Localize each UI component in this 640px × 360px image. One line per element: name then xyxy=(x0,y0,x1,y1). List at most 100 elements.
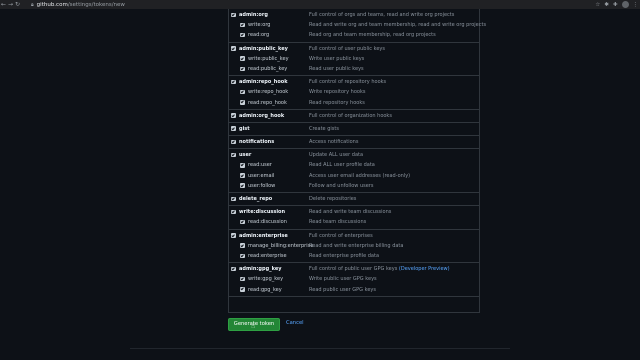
scope-description-text: Read repository hooks xyxy=(309,99,365,106)
scope-group: write:discussion Read and write team disc… xyxy=(229,206,479,230)
scope-description: Read and write org and team membership, … xyxy=(309,20,486,30)
address-bar[interactable]: github.com/settings/tokens/new xyxy=(37,2,125,8)
subscope-row: user:follow Follow and unfollow users xyxy=(229,181,479,191)
scope-description-text: Full control of public user GPG keys xyxy=(309,266,398,273)
toolbar-right: ☆ ✱ ✚ ⋮ xyxy=(595,0,638,9)
subscope-row: read:enterprise Read enterprise profile d… xyxy=(229,251,479,261)
extension-icon[interactable]: ✱ xyxy=(604,2,609,8)
puzzle-icon[interactable]: ✚ xyxy=(613,2,618,8)
subscope-row: user:email Access user email addresses (r… xyxy=(229,171,479,181)
scope-description-text: Create gists xyxy=(309,125,339,132)
scope-description: Full control of repository hooks xyxy=(309,77,386,87)
scopes-list: admin:org Full control of orgs and teams,… xyxy=(228,9,486,313)
checkbox-checked[interactable] xyxy=(231,113,236,118)
scope-description-text: Read ALL user profile data xyxy=(309,162,375,169)
checkbox-checked[interactable] xyxy=(240,100,245,105)
checkbox-checked[interactable] xyxy=(240,32,245,38)
scope-description: Follow and unfollow users xyxy=(309,181,373,191)
scope-name: write:discussion xyxy=(239,209,286,216)
scope-description-text: Full control of enterprises xyxy=(309,232,373,239)
scope-group: delete_repo Delete repositories xyxy=(229,193,479,207)
checkbox-checked[interactable] xyxy=(231,46,236,51)
checkbox-checked[interactable] xyxy=(240,183,245,188)
scope-description: Write user public keys xyxy=(309,54,364,64)
scope-name: gist xyxy=(239,125,250,132)
checkbox-checked[interactable] xyxy=(240,253,245,259)
avatar[interactable] xyxy=(621,1,629,8)
reload-icon[interactable]: ↻ xyxy=(14,1,21,8)
checkbox-checked[interactable] xyxy=(240,22,245,28)
scope-description-text: Access notifications xyxy=(309,139,359,146)
scope-group: admin:public_key Full control of user pub… xyxy=(229,43,479,77)
scope-description-text: Full control of user public keys xyxy=(309,45,385,52)
scope-group: gist Create gists xyxy=(229,123,479,137)
subscope-row: read:org Read org and team membership, re… xyxy=(229,30,479,40)
scope-description-text: Full control of orgs and teams, read and… xyxy=(309,12,455,18)
scope-description: Full control of user public keys xyxy=(309,44,385,54)
scope-name: write:public_key xyxy=(248,55,289,62)
developer-preview-link[interactable]: (Developer Preview) xyxy=(399,266,450,272)
scope-description: Read public user GPG keys xyxy=(309,285,376,295)
checkbox-checked[interactable] xyxy=(240,163,245,168)
scope-description-text: Read and write enterprise billing data xyxy=(309,242,404,249)
checkbox-checked[interactable] xyxy=(240,276,245,282)
scope-description: Read and write enterprise billing data xyxy=(309,241,403,251)
subscope-row: read:public_key Read user public keys xyxy=(229,64,479,74)
footer-divider xyxy=(130,348,510,349)
lock-icon: 🔒︎ xyxy=(31,1,34,8)
star-icon[interactable]: ☆ xyxy=(595,2,600,8)
scope-row: gist Create gists xyxy=(229,124,479,134)
scope-description-text: Follow and unfollow users xyxy=(309,182,374,189)
scope-row: admin:repo_hook Full control of repositor… xyxy=(229,77,479,87)
checkbox-checked[interactable] xyxy=(231,209,236,215)
scope-description-text: Read and write org and team membership, … xyxy=(309,22,487,29)
checkbox-checked[interactable] xyxy=(240,173,245,178)
scope-name: user:follow xyxy=(248,182,276,189)
cancel-link[interactable]: Cancel xyxy=(286,318,304,329)
scope-description-text: Read and write team discussions xyxy=(309,209,392,216)
checkbox-checked[interactable] xyxy=(240,287,245,292)
scope-description: Full control of orgs and teams, read and… xyxy=(309,10,454,20)
checkbox-checked[interactable] xyxy=(231,233,236,238)
checkbox-checked[interactable] xyxy=(231,266,236,272)
checkbox-checked[interactable] xyxy=(240,89,245,95)
back-icon[interactable]: ← xyxy=(0,1,7,8)
scope-description: Read team discussions xyxy=(309,217,366,227)
scope-description-text: Delete repositories xyxy=(309,196,357,202)
checkbox-checked[interactable] xyxy=(231,196,236,202)
scope-description: Read repository hooks xyxy=(309,98,365,108)
scope-description: Access notifications xyxy=(309,137,358,147)
scope-description-text: Read team discussions xyxy=(309,219,367,226)
scope-name: write:gpg_key xyxy=(248,276,284,283)
checkbox-checked[interactable] xyxy=(240,66,245,72)
checkbox-checked[interactable] xyxy=(231,139,236,145)
checkbox-checked[interactable] xyxy=(240,243,245,248)
scope-description-text: Full control of repository hooks xyxy=(309,79,387,86)
scope-description: Update ALL user data xyxy=(309,150,363,160)
checkbox-checked[interactable] xyxy=(240,56,245,61)
scope-description: Create gists xyxy=(309,124,339,134)
forward-icon[interactable]: → xyxy=(7,1,14,8)
scope-group: notifications Access notifications xyxy=(229,136,479,150)
menu-icon[interactable]: ⋮ xyxy=(633,2,639,8)
scope-name: read:discussion xyxy=(248,219,287,226)
scope-name: read:user xyxy=(248,162,272,169)
scope-name: read:public_key xyxy=(248,65,288,72)
page-content: admin:org Full control of orgs and teams,… xyxy=(0,9,640,360)
scope-name: user xyxy=(239,152,252,159)
checkbox-checked[interactable] xyxy=(231,152,236,158)
scope-description: Read org and team membership, read org p… xyxy=(309,30,436,40)
scope-row: admin:org_hook Full control of organizati… xyxy=(229,111,479,121)
scope-name: write:repo_hook xyxy=(248,89,289,96)
url-host: github.com xyxy=(36,1,68,8)
scope-name: admin:enterprise xyxy=(239,232,288,239)
checkbox-checked[interactable] xyxy=(240,219,245,225)
subscope-row: write:public_key Write user public keys xyxy=(229,54,479,64)
scope-row: admin:enterprise Full control of enterpri… xyxy=(229,231,479,241)
scope-description-text: Read org and team membership, read org p… xyxy=(309,32,436,39)
checkbox-checked[interactable] xyxy=(231,79,236,85)
checkbox-checked[interactable] xyxy=(231,126,236,131)
scope-group: admin:repo_hook Full control of repositor… xyxy=(229,76,479,110)
scope-row: delete_repo Delete repositories xyxy=(229,194,479,204)
checkbox-checked[interactable] xyxy=(231,12,236,18)
